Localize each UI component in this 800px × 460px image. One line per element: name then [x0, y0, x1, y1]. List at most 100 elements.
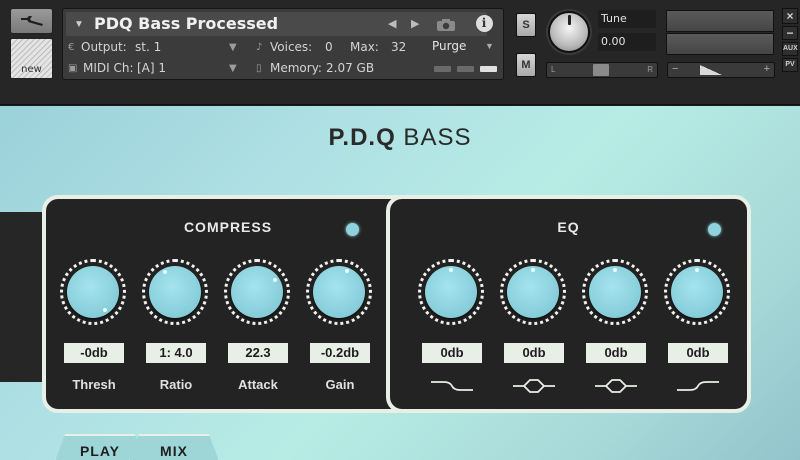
tune-value[interactable]: 0.00 — [598, 33, 656, 51]
instrument-menu-caret-icon[interactable]: ▼ — [74, 19, 84, 30]
ratio-value[interactable]: 1: 4.0 — [146, 343, 206, 363]
knob-face — [507, 266, 559, 318]
knob-face — [313, 266, 365, 318]
max-voices-label: Max: — [350, 40, 379, 54]
cpu-meter-segment — [457, 66, 474, 72]
midi-icon: ▣ — [68, 63, 78, 74]
cpu-meter-segment — [434, 66, 451, 72]
tune-knob[interactable] — [548, 11, 590, 53]
thresh-knob[interactable] — [60, 259, 126, 325]
eq-low-knob[interactable] — [418, 259, 484, 325]
new-label: new — [21, 64, 42, 75]
knob-indicator — [449, 268, 453, 272]
cpu-meter-segment — [480, 66, 497, 72]
tune-label: Tune — [598, 10, 656, 28]
prev-instrument-arrow-icon[interactable]: ◀ — [388, 17, 396, 30]
aux-button[interactable]: AUX — [782, 42, 798, 56]
midi-channel-value[interactable]: [A] 1 — [137, 61, 166, 75]
eq-high-mid-value[interactable]: 0db — [586, 343, 646, 363]
knob-indicator — [273, 278, 277, 282]
attack-knob[interactable] — [224, 259, 290, 325]
thresh-label: Thresh — [72, 377, 116, 392]
volume-minus[interactable]: − — [672, 63, 678, 75]
max-voices-value[interactable]: 32 — [391, 40, 406, 54]
instrument-title-row: ▼ PDQ Bass Processed ◀ ▶ — [66, 12, 487, 36]
eq-low-mid-knob[interactable] — [500, 259, 566, 325]
gain-value[interactable]: -0.2db — [310, 343, 370, 363]
memory-label: Memory: — [270, 61, 322, 75]
voices-value: 0 — [325, 40, 333, 54]
plugin-title-rest: BASS — [395, 124, 472, 151]
compress-panel: COMPRESS -0db 1: 4.0 22.3 -0.2db Thresh … — [42, 195, 414, 413]
eq-low-value[interactable]: 0db — [422, 343, 482, 363]
memory-icon: ▯ — [256, 63, 262, 74]
knob-indicator — [531, 268, 535, 272]
gain-label: Gain — [325, 377, 355, 392]
minimize-button[interactable]: − — [782, 26, 798, 40]
knob-face — [671, 266, 723, 318]
next-instrument-arrow-icon[interactable]: ▶ — [411, 17, 419, 30]
eq-title: EQ — [557, 219, 580, 235]
volume-slider[interactable]: − + — [667, 62, 775, 78]
eq-high-knob[interactable] — [664, 259, 730, 325]
thresh-value[interactable]: -0db — [64, 343, 124, 363]
attack-label: Attack — [238, 377, 278, 392]
mute-button[interactable]: M — [516, 53, 536, 77]
knob-indicator — [163, 270, 167, 274]
eq-enable-led[interactable] — [708, 223, 721, 236]
eq-low-mid-value[interactable]: 0db — [504, 343, 564, 363]
eq-high-mid-knob[interactable] — [582, 259, 648, 325]
knob-indicator — [695, 268, 699, 272]
pv-button[interactable]: PV — [782, 58, 798, 72]
snapshot-camera-button[interactable] — [433, 16, 459, 33]
pan-handle[interactable] — [593, 64, 609, 76]
volume-plus[interactable]: + — [764, 63, 770, 75]
bell-icon[interactable] — [594, 376, 638, 396]
tab-mix[interactable]: MIX — [128, 434, 220, 460]
pan-slider[interactable]: L R — [546, 62, 658, 78]
knob-face — [425, 266, 477, 318]
wrench-button[interactable] — [10, 8, 53, 34]
new-snapshot-button[interactable]: new — [10, 38, 53, 79]
output-label: Output: — [81, 40, 127, 54]
midi-dropdown-icon[interactable]: ▼ — [229, 63, 237, 74]
eq-panel: EQ 0db 0db 0db 0db — [386, 195, 751, 413]
bell-icon[interactable] — [512, 376, 556, 396]
knob-indicator — [345, 269, 349, 273]
volume-handle[interactable] — [700, 65, 722, 75]
instrument-name[interactable]: PDQ Bass Processed — [94, 14, 278, 33]
pan-left-label: L — [551, 65, 556, 74]
knob-face — [589, 266, 641, 318]
info-button[interactable]: i — [470, 12, 498, 34]
memory-value: 2.07 GB — [326, 61, 375, 75]
high-shelf-icon[interactable] — [676, 376, 720, 396]
wrench-icon — [20, 16, 43, 26]
close-button[interactable]: × — [782, 8, 798, 24]
solo-button[interactable]: S — [516, 13, 536, 37]
low-shelf-icon[interactable] — [430, 376, 474, 396]
level-meter-right — [666, 33, 774, 55]
instrument-header: new ▼ PDQ Bass Processed ◀ ▶ i € Output:… — [0, 0, 800, 105]
ratio-knob[interactable] — [142, 259, 208, 325]
plugin-title: P.D.Q BASS — [0, 124, 800, 152]
knob-face — [67, 266, 119, 318]
output-icon: € — [68, 42, 75, 53]
eq-high-value[interactable]: 0db — [668, 343, 728, 363]
output-dropdown-icon[interactable]: ▼ — [229, 42, 237, 53]
attack-value[interactable]: 22.3 — [228, 343, 288, 363]
purge-button[interactable]: Purge — [432, 39, 466, 53]
knob-indicator — [613, 268, 617, 272]
pan-right-label: R — [647, 65, 653, 74]
plugin-title-bold: P.D.Q — [328, 124, 396, 151]
gain-knob[interactable] — [306, 259, 372, 325]
camera-icon — [437, 18, 455, 31]
knob-face — [149, 266, 201, 318]
ratio-label: Ratio — [159, 377, 193, 392]
info-icon: i — [475, 14, 493, 32]
midi-channel-label: MIDI Ch: — [83, 61, 134, 75]
output-value[interactable]: st. 1 — [135, 40, 161, 54]
plugin-body: P.D.Q BASS COMPRESS -0db 1: 4.0 22.3 -0.… — [0, 106, 800, 460]
purge-dropdown-icon[interactable]: ▼ — [485, 41, 494, 51]
knob-indicator — [103, 308, 107, 312]
compress-enable-led[interactable] — [346, 223, 359, 236]
